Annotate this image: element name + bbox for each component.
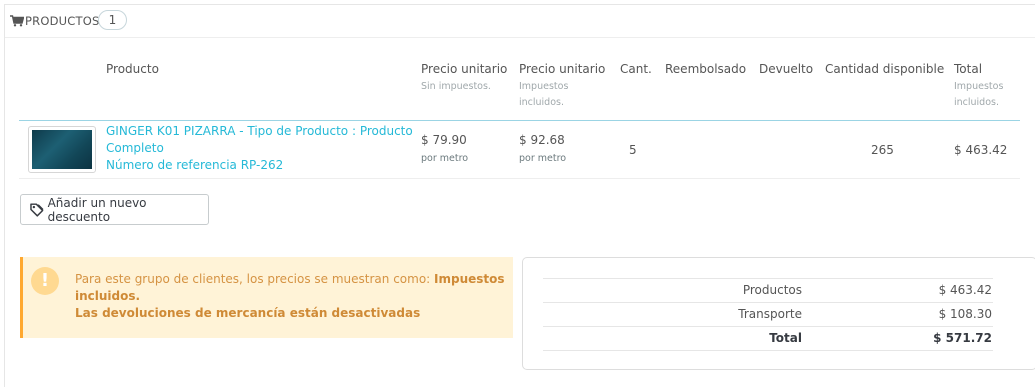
table-row-divider	[19, 178, 1020, 179]
panel-header: PRODUCTOS 1	[5, 5, 1035, 38]
alert-text-prefix: Para este grupo de clientes, los precios…	[75, 272, 435, 286]
products-panel: PRODUCTOS 1 Producto Precio unitario Sin…	[4, 4, 1035, 387]
totals-shipping-label: Transporte	[738, 307, 802, 321]
shopping-cart-icon	[10, 15, 24, 27]
totals-divider	[543, 302, 993, 303]
totals-grand-value: $ 571.72	[933, 331, 992, 345]
col-subheader-total-2: incluidos.	[954, 97, 999, 108]
row-total-value: $ 463.42	[954, 143, 1008, 157]
totals-products-label: Productos	[742, 283, 802, 297]
available-qty-value: 265	[871, 143, 894, 157]
col-header-product: Producto	[106, 62, 159, 76]
tag-icon	[30, 202, 44, 217]
product-thumbnail[interactable]	[28, 126, 96, 173]
product-reference-link[interactable]: Número de referencia RP-262	[106, 158, 283, 172]
unit-price-incl-unit: por metro	[519, 153, 567, 164]
product-count-badge: 1	[98, 10, 127, 30]
table-header-divider	[19, 120, 1020, 121]
col-header-refunded: Reembolsado	[665, 62, 747, 76]
totals-grand-label: Total	[769, 331, 802, 345]
alert-text-bold-2: incluidos.	[75, 289, 141, 303]
totals-divider	[543, 326, 993, 327]
col-subheader-total-1: Impuestos	[954, 81, 1004, 92]
product-name-link-line-2[interactable]: Completo	[106, 141, 164, 155]
col-subheader-unit-price-incl-1: Impuestos	[519, 81, 569, 92]
col-subheader-unit-price-incl-2: incluidos.	[519, 97, 564, 108]
panel-title: PRODUCTOS	[25, 14, 100, 28]
col-subheader-unit-price-excl: Sin impuestos.	[421, 81, 491, 92]
warning-icon: !	[31, 267, 59, 295]
unit-price-excl-value: $ 79.90	[421, 133, 467, 147]
add-discount-label: Añadir un nuevo descuento	[47, 195, 147, 224]
alert-text-bold-1: Impuestos	[434, 272, 505, 286]
order-totals-panel: Productos $ 463.42 Transporte $ 108.30 T…	[522, 257, 1035, 370]
col-header-quantity: Cant.	[620, 62, 652, 76]
col-header-returned: Devuelto	[759, 62, 814, 76]
add-discount-button[interactable]: Añadir un nuevo descuento	[20, 194, 209, 225]
tax-info-alert: ! Para este grupo de clientes, los preci…	[20, 257, 513, 338]
col-header-unit-price-incl: Precio unitario	[519, 62, 606, 76]
totals-shipping-value: $ 108.30	[938, 307, 992, 321]
totals-divider	[543, 278, 993, 279]
alert-returns-disabled: Las devoluciones de mercancía están desa…	[75, 306, 421, 320]
unit-price-excl-unit: por metro	[421, 153, 469, 164]
unit-price-incl-value: $ 92.68	[519, 133, 565, 147]
quantity-value: 5	[629, 143, 637, 157]
col-header-total: Total	[954, 62, 983, 76]
col-header-unit-price-excl: Precio unitario	[421, 62, 508, 76]
product-name-link-line-1[interactable]: GINGER K01 PIZARRA - Tipo de Producto : …	[106, 124, 413, 138]
alert-message: Para este grupo de clientes, los precios…	[75, 271, 505, 322]
totals-divider	[543, 350, 993, 351]
totals-products-value: $ 463.42	[938, 283, 992, 297]
col-header-available-qty: Cantidad disponible	[825, 62, 945, 76]
